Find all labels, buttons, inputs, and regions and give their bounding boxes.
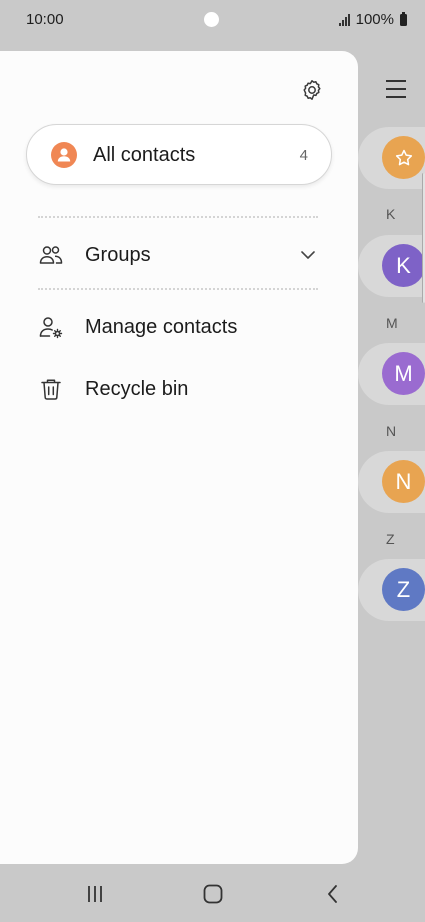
recycle-bin-item[interactable]: Recycle bin (0, 364, 358, 414)
gear-icon (303, 80, 321, 100)
settings-button[interactable] (298, 76, 326, 104)
index-letter: N (386, 423, 397, 439)
avatar: M (382, 352, 425, 395)
navigation-drawer: All contacts 4 Groups Manage contacts Re… (0, 51, 358, 864)
recent-apps-button[interactable] (80, 882, 110, 906)
avatar: Z (382, 568, 425, 611)
contacts-list-background: K K M M N N Z Z (358, 40, 425, 862)
list-item[interactable]: Z (358, 559, 425, 621)
star-icon (395, 149, 412, 165)
back-icon (328, 885, 337, 903)
status-bar: 10:00 100% (0, 0, 425, 40)
groups-label: Groups (85, 244, 151, 266)
camera-cutout (204, 12, 219, 27)
divider (38, 288, 318, 290)
index-letter: Z (386, 531, 395, 547)
all-contacts-button[interactable]: All contacts 4 (26, 124, 332, 185)
contacts-count: 4 (299, 147, 308, 164)
manage-contacts-item[interactable]: Manage contacts (0, 302, 358, 352)
signal-icon (338, 13, 352, 26)
index-letter: K (386, 206, 396, 222)
status-icons: 100% (338, 11, 407, 28)
navigation-bar (0, 864, 425, 922)
person-icon (51, 142, 77, 168)
recent-apps-icon (88, 886, 102, 902)
menu-icon[interactable] (386, 80, 406, 98)
home-icon (203, 884, 223, 904)
list-item[interactable] (358, 127, 425, 189)
list-item[interactable]: M (358, 343, 425, 405)
chevron-down-icon[interactable] (299, 246, 317, 264)
manage-contacts-label: Manage contacts (85, 316, 238, 338)
index-letter: M (386, 315, 398, 331)
avatar: K (382, 244, 425, 287)
battery-icon (400, 11, 407, 26)
battery-percent: 100% (355, 11, 394, 28)
groups-icon (38, 242, 64, 268)
trash-icon (38, 376, 64, 402)
home-button[interactable] (198, 882, 228, 906)
favorites-avatar (382, 136, 425, 179)
avatar: N (382, 460, 425, 503)
all-contacts-label: All contacts (93, 144, 196, 166)
groups-item[interactable]: Groups (0, 230, 358, 280)
back-button[interactable] (318, 882, 348, 906)
list-item[interactable]: N (358, 451, 425, 513)
divider (38, 216, 318, 218)
manage-contacts-icon (38, 314, 64, 340)
list-item[interactable]: K (358, 235, 425, 297)
status-time: 10:00 (26, 11, 64, 28)
recycle-bin-label: Recycle bin (85, 378, 189, 400)
